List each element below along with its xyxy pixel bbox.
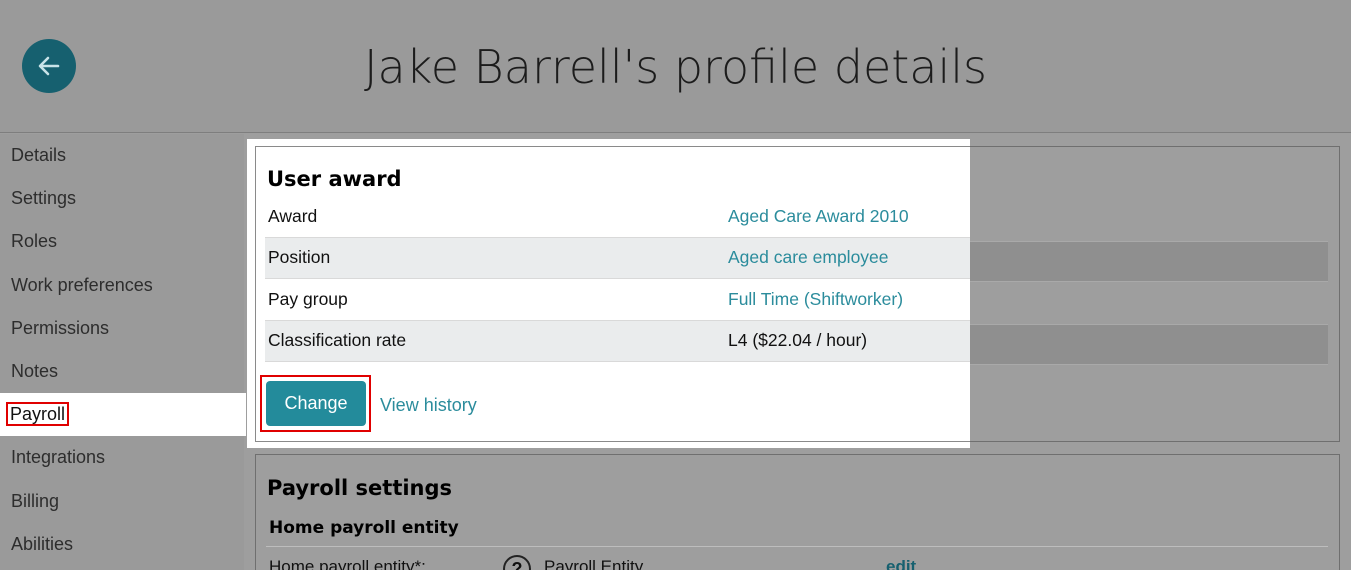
sidebar-item-label: Billing <box>11 490 60 511</box>
sidebar-item-permissions[interactable]: Permissions <box>0 307 244 350</box>
home-payroll-entity-heading: Home payroll entity <box>269 518 459 538</box>
table-row: Pay group Full Time (Shiftworker) <box>265 279 970 321</box>
classification-rate-value: L4 ($22.04 / hour) <box>728 330 868 351</box>
pay-group-link[interactable]: Full Time (Shiftworker) <box>728 289 903 310</box>
table-row: Classification rate L4 ($22.04 / hour) <box>265 320 970 362</box>
sidebar-item-abilities[interactable]: Abilities <box>0 523 244 566</box>
page-header: Jake Barrell's profile details <box>0 0 1351 133</box>
user-award-card: User award Award Aged Care Award 2010 Po… <box>247 139 970 448</box>
sidebar-item-label: Details <box>11 145 67 165</box>
sidebar-item-roles[interactable]: Roles <box>0 220 244 263</box>
table-row: Award Aged Care Award 2010 <box>265 196 970 238</box>
sidebar-item-details[interactable]: Details <box>0 134 244 177</box>
sidebar-item-label: Payroll <box>6 402 70 427</box>
sidebar-item-integrations[interactable]: Integrations <box>0 436 244 479</box>
sidebar-item-billing[interactable]: Billing <box>0 480 244 523</box>
row-key: Award <box>268 205 318 226</box>
position-link[interactable]: Aged care employee <box>728 247 889 268</box>
home-payroll-entity-row: Home payroll entity*: ? Payroll Entity e… <box>266 546 1328 570</box>
sidebar-item-label: Work preferences <box>11 274 153 295</box>
award-link[interactable]: Aged Care Award 2010 <box>728 206 909 227</box>
payroll-entity-value: Payroll Entity <box>544 557 644 570</box>
change-button-highlight: Change <box>260 375 371 432</box>
user-award-title: User award <box>267 167 402 191</box>
sidebar-item-label: Permissions <box>11 317 110 338</box>
user-award-table: Award Aged Care Award 2010 Position Aged… <box>265 196 970 362</box>
question-circle-icon[interactable]: ? <box>503 555 531 570</box>
sidebar-item-label: Integrations <box>11 447 106 468</box>
sidebar-item-label: Roles <box>11 231 58 252</box>
row-key: Pay group <box>268 288 348 309</box>
sidebar-item-notes[interactable]: Notes <box>0 350 244 393</box>
sidebar-item-label: Abilities <box>11 533 74 554</box>
payroll-settings-title: Payroll settings <box>267 476 453 500</box>
sidebar-item-label: Settings <box>11 188 77 209</box>
home-payroll-entity-label: Home payroll entity*: <box>269 557 426 570</box>
view-history-link[interactable]: View history <box>380 395 477 416</box>
change-button[interactable]: Change <box>266 381 366 426</box>
sidebar-item-settings[interactable]: Settings <box>0 177 244 220</box>
page-title: Jake Barrell's profile details <box>363 40 988 94</box>
table-row: Position Aged care employee <box>265 237 970 279</box>
sidebar-item-label: Notes <box>11 360 59 381</box>
edit-link[interactable]: edit <box>886 557 916 570</box>
row-key: Position <box>268 247 331 268</box>
profile-sidebar: Details Settings Roles Work preferences … <box>0 134 246 570</box>
sidebar-item-work-preferences[interactable]: Work preferences <box>0 264 244 307</box>
row-key: Classification rate <box>268 330 407 351</box>
sidebar-item-payroll[interactable]: Payroll <box>0 393 246 437</box>
row-shade-backdrop <box>960 324 1328 365</box>
row-shade-backdrop <box>960 241 1328 282</box>
